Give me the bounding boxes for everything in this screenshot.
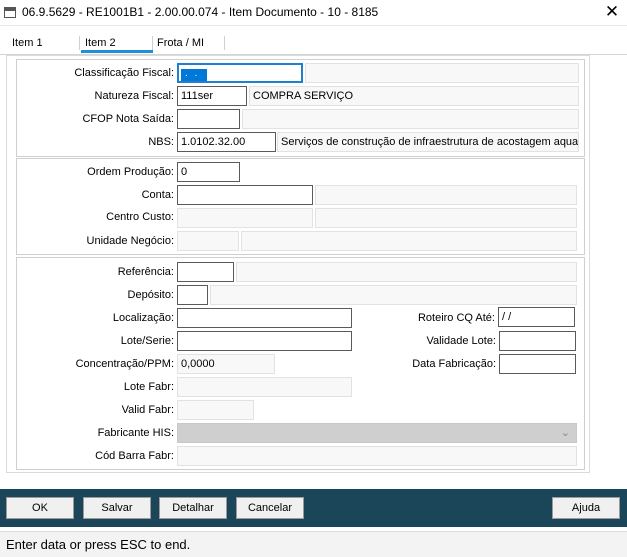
roteiro-cq-ate-input[interactable]: / / <box>498 307 575 327</box>
localizacao-input[interactable] <box>177 308 352 328</box>
ordem-producao-input[interactable]: 0 <box>177 162 240 182</box>
deposito-input[interactable] <box>177 285 208 305</box>
close-icon[interactable]: ✕ <box>602 2 622 22</box>
valid-fabr-input <box>177 400 254 420</box>
natureza-fiscal-input[interactable]: 111ser <box>177 86 247 106</box>
nbs-input[interactable]: 1.0102.32.00 <box>177 132 276 152</box>
cancelar-button[interactable]: Cancelar <box>236 497 304 519</box>
lote-serie-label: Lote/Serie: <box>120 335 174 347</box>
tab-separator <box>79 36 80 50</box>
fabricante-his-label: Fabricante HIS: <box>97 427 174 439</box>
roteiro-cq-ate-label: Roteiro CQ Até: <box>417 312 495 324</box>
cfop-nota-saida-input[interactable] <box>177 109 240 129</box>
nbs-label: NBS: <box>148 136 174 148</box>
cod-barra-fabr-input <box>177 446 577 466</box>
tab-separator <box>152 36 153 50</box>
unidade-negocio-label: Unidade Negócio: <box>86 235 174 247</box>
unidade-negocio-description <box>241 231 577 251</box>
ordem-producao-label: Ordem Produção: <box>87 166 174 178</box>
valid-fabr-label: Valid Fabr: <box>121 404 174 416</box>
conta-description <box>315 185 577 205</box>
natureza-fiscal-description: COMPRA SERVIÇO <box>249 86 579 106</box>
tab-separator <box>224 36 225 50</box>
classificacao-fiscal-mask: . . <box>181 69 207 81</box>
cfop-nota-saida-description <box>242 109 579 129</box>
conta-label: Conta: <box>141 189 174 201</box>
ajuda-button[interactable]: Ajuda <box>552 497 620 519</box>
cfop-nota-saida-label: CFOP Nota Saída: <box>82 113 174 125</box>
deposito-label: Depósito: <box>127 289 174 301</box>
localizacao-label: Localização: <box>112 312 174 324</box>
classificacao-fiscal-description <box>305 63 579 83</box>
ok-button[interactable]: OK <box>6 497 74 519</box>
referencia-label: Referência: <box>117 266 174 278</box>
classificacao-fiscal-label: Classificação Fiscal: <box>74 67 174 79</box>
lote-fabr-label: Lote Fabr: <box>123 381 174 393</box>
centro-custo-description <box>315 208 577 228</box>
tab-bar: Item 1 Item 2 Frota / MI <box>0 32 627 54</box>
tab-item-1[interactable]: Item 1 <box>12 37 43 49</box>
centro-custo-label: Centro Custo: <box>106 211 174 223</box>
title-bar: 06.9.5629 - RE1001B1 - 2.00.00.074 - Ite… <box>0 0 627 26</box>
concentracao-ppm-label: Concentração/PPM: <box>75 358 174 370</box>
data-fabricacao-label: Data Fabricação: <box>412 358 496 370</box>
lote-serie-input[interactable] <box>177 331 352 351</box>
tab-frota-mi[interactable]: Frota / MI <box>157 37 204 49</box>
deposito-description <box>210 285 577 305</box>
app-window-icon <box>4 7 16 18</box>
cod-barra-fabr-label: Cód Barra Fabr: <box>95 450 174 462</box>
tab-item-2[interactable]: Item 2 <box>85 37 116 49</box>
data-fabricacao-input[interactable] <box>499 354 576 374</box>
fabricante-his-select[interactable]: ⌄ <box>177 423 577 443</box>
validade-lote-input[interactable] <box>499 331 576 351</box>
status-message: Enter data or press ESC to end. <box>6 537 191 552</box>
referencia-description <box>236 262 577 282</box>
referencia-input[interactable] <box>177 262 234 282</box>
button-bar: OK Salvar Detalhar Cancelar Ajuda <box>0 489 627 527</box>
natureza-fiscal-label: Natureza Fiscal: <box>94 90 174 102</box>
centro-custo-input <box>177 208 313 228</box>
classificacao-fiscal-input[interactable]: . . <box>177 63 303 83</box>
concentracao-ppm-input: 0,0000 <box>177 354 275 374</box>
conta-input[interactable] <box>177 185 313 205</box>
unidade-negocio-input <box>177 231 239 251</box>
window-title: 06.9.5629 - RE1001B1 - 2.00.00.074 - Ite… <box>22 5 379 19</box>
nbs-description: Serviços de construção de infraestrutura… <box>277 132 579 152</box>
salvar-button[interactable]: Salvar <box>83 497 151 519</box>
active-tab-indicator <box>81 50 153 53</box>
validade-lote-label: Validade Lote: <box>426 335 496 347</box>
detalhar-button[interactable]: Detalhar <box>159 497 227 519</box>
status-bar: Enter data or press ESC to end. <box>0 531 627 557</box>
chevron-down-icon: ⌄ <box>560 427 570 439</box>
lote-fabr-input <box>177 377 352 397</box>
